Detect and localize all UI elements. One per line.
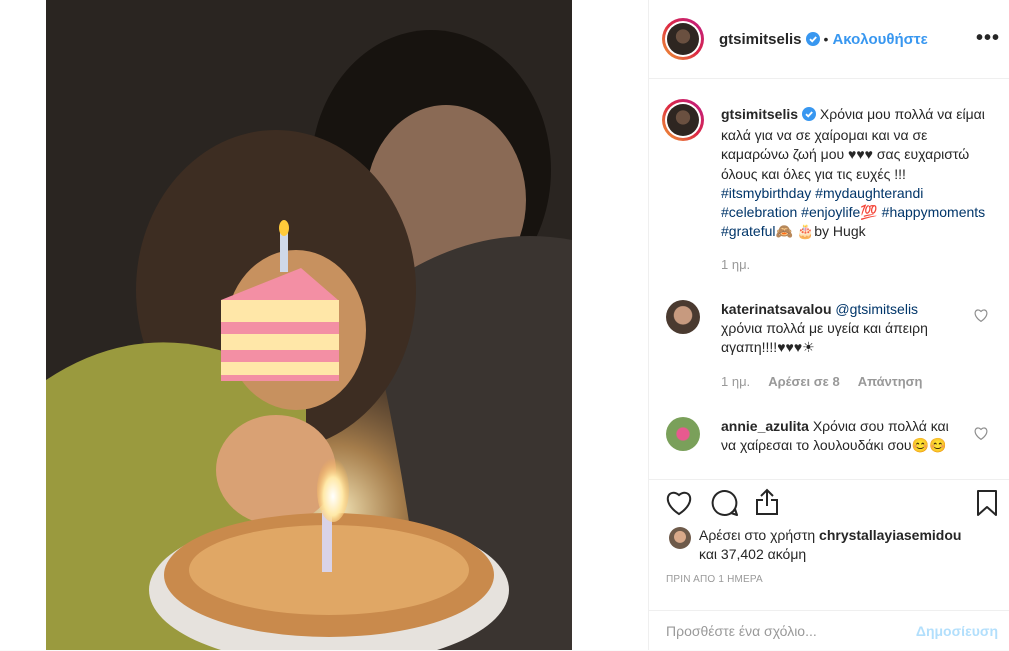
comments-list[interactable]: gtsimitselis Χρόνια μου πολλά να είμαι κ… xyxy=(649,79,1009,479)
comment-like-heart-icon[interactable] xyxy=(974,427,988,445)
author-avatar[interactable] xyxy=(662,18,704,60)
comment-time[interactable]: 1 ημ. xyxy=(721,374,750,389)
hashtag-link[interactable]: #mydaughterandi xyxy=(815,185,923,201)
comment-item: katerinatsavalou @gtsimitselis χρόνια πο… xyxy=(721,300,961,391)
comment-like-heart-icon[interactable] xyxy=(974,309,988,327)
verified-badge-icon xyxy=(805,32,820,51)
caption-suffix: 🎂by Hugk xyxy=(792,223,866,240)
likes-summary: Αρέσει στο χρήστη chrystallayiasemidou κ… xyxy=(699,526,999,564)
hashtag-link[interactable]: #enjoylife💯 xyxy=(801,204,878,220)
share-icon[interactable] xyxy=(754,488,780,521)
add-comment-bar: Προσθέστε ένα σχόλιο... Δημοσίευση xyxy=(649,610,1009,651)
header-user-row: gtsimitselis • Ακολουθήστε xyxy=(719,31,928,51)
caption-avatar[interactable] xyxy=(662,99,704,141)
comment-username[interactable]: annie_azulita xyxy=(721,418,809,434)
liker-username[interactable]: chrystallayiasemidou xyxy=(819,527,961,543)
comment-username[interactable]: katerinatsavalou xyxy=(721,301,832,317)
post-side-panel: gtsimitselis • Ακολουθήστε ••• gtsimitseli… xyxy=(648,0,1009,650)
post-header: gtsimitselis • Ακολουθήστε ••• xyxy=(649,0,1009,79)
post-comment-button[interactable]: Δημοσίευση xyxy=(916,623,998,639)
comment-bubble-icon[interactable] xyxy=(711,489,739,522)
verified-badge-icon xyxy=(802,107,817,126)
liker-avatar[interactable] xyxy=(669,527,691,549)
hashtag-link[interactable]: #itsmybirthday xyxy=(721,185,811,201)
hashtag-link[interactable]: #celebration xyxy=(721,204,797,220)
hashtag-link[interactable]: #happymoments xyxy=(882,204,986,220)
author-username[interactable]: gtsimitselis xyxy=(719,31,802,48)
comment-input[interactable]: Προσθέστε ένα σχόλιο... xyxy=(666,623,817,639)
comment-mention[interactable]: @gtsimitselis xyxy=(835,301,918,317)
caption: gtsimitselis Χρόνια μου πολλά να είμαι κ… xyxy=(721,105,991,275)
likes-count[interactable]: και 37,402 ακόμη xyxy=(699,546,806,562)
comment-text: χρόνια πολλά με υγεία και άπειρη αγαπη!!… xyxy=(721,320,928,356)
post-actions: Αρέσει στο χρήστη chrystallayiasemidou κ… xyxy=(649,479,1009,612)
caption-username[interactable]: gtsimitselis xyxy=(721,106,798,122)
comment-meta: 1 ημ. Αρέσει σε 8 Απάντηση xyxy=(721,372,961,391)
comment-item: annie_azulita Χρόνια σου πολλά και να χα… xyxy=(721,417,961,455)
caption-time[interactable]: 1 ημ. xyxy=(721,255,991,274)
commenter-avatar[interactable] xyxy=(666,417,700,451)
comment-likes[interactable]: Αρέσει σε 8 xyxy=(768,374,840,389)
like-heart-icon[interactable] xyxy=(665,490,693,521)
bookmark-icon[interactable] xyxy=(976,489,998,522)
post-photo[interactable] xyxy=(46,0,572,650)
follow-button[interactable]: Ακολουθήστε xyxy=(832,31,927,48)
hashtag-link[interactable]: #grateful🙈 xyxy=(721,223,793,239)
post-timestamp[interactable]: ΠΡΙΝ ΑΠΟ 1 ΗΜΕΡΑ xyxy=(666,574,763,585)
likes-prefix: Αρέσει στο χρήστη xyxy=(699,527,816,543)
more-options-icon[interactable]: ••• xyxy=(976,27,1000,50)
separator-dot: • xyxy=(823,31,829,47)
photo-illustration xyxy=(46,0,572,650)
commenter-avatar[interactable] xyxy=(666,300,700,334)
reply-button[interactable]: Απάντηση xyxy=(858,374,923,389)
